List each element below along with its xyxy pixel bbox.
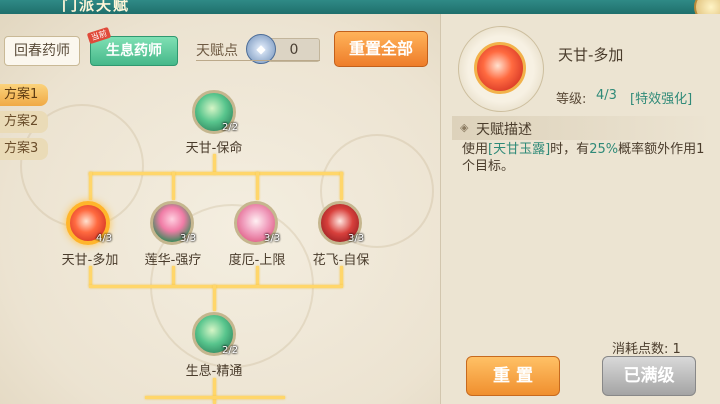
- node-level: 3/3: [180, 233, 197, 244]
- desc-title: 天赋描述: [476, 122, 532, 138]
- node-level: 2/2: [222, 345, 239, 356]
- tree-connector: [256, 266, 259, 286]
- tree-connector: [89, 266, 92, 286]
- tab-shengxi[interactable]: 生息药师: [90, 36, 178, 66]
- node-level: 3/3: [264, 233, 281, 244]
- max-level-button[interactable]: 已满级: [602, 356, 696, 396]
- title-bar: 门派天赋: [0, 0, 720, 14]
- reset-button[interactable]: 重 置: [466, 356, 560, 396]
- tree-connector: [172, 172, 175, 200]
- diamond-icon: ◈: [460, 121, 469, 134]
- talent-description: 使用[天甘玉露]时，有25%概率额外作用1个目标。: [462, 141, 712, 175]
- desc-skill-name: [天甘玉露]: [488, 142, 551, 157]
- plan-tab-3[interactable]: 方案3: [0, 138, 48, 160]
- node-name: 度厄-上限: [228, 253, 286, 268]
- node-level: 2/2: [222, 122, 239, 133]
- window-title: 门派天赋: [62, 0, 131, 14]
- talent-points-label: 天赋点: [196, 43, 238, 59]
- desc-percent: 25%: [589, 142, 619, 157]
- reset-all-button[interactable]: 重置全部: [334, 31, 428, 67]
- tree-connector: [340, 172, 343, 200]
- peach-icon: [474, 42, 526, 94]
- detail-talent-name: 天甘-多加: [558, 46, 624, 64]
- cost-label: 消耗点数: 1: [612, 342, 681, 357]
- tree-connector: [256, 172, 259, 200]
- tab-huichun[interactable]: 回春药师: [4, 36, 80, 66]
- node-level: 4/3: [96, 233, 113, 244]
- tree-connector: [89, 172, 343, 175]
- desc-text-part: 使用: [462, 142, 489, 157]
- divider: [196, 60, 320, 61]
- desc-text-part: 时，有: [550, 142, 590, 157]
- tree-connector: [89, 172, 92, 200]
- tree-connector: [89, 285, 343, 288]
- tree-connector: [213, 154, 216, 174]
- plan-tab-2[interactable]: 方案2: [0, 111, 48, 133]
- tree-connector: [213, 378, 216, 404]
- node-name: 花飞-自保: [312, 253, 370, 268]
- tree-connector: [145, 396, 285, 399]
- node-name: 天甘-多加: [61, 253, 119, 268]
- level-tag: [特效强化]: [630, 92, 693, 107]
- node-name: 生息-精通: [185, 364, 243, 379]
- node-level: 3/3: [348, 233, 365, 244]
- tree-connector: [213, 285, 216, 311]
- tree-connector: [340, 266, 343, 286]
- plan-tab-1[interactable]: 方案1: [0, 84, 48, 106]
- node-name: 天甘-保命: [185, 141, 243, 156]
- level-label: 等级:: [556, 92, 587, 107]
- tree-connector: [172, 266, 175, 286]
- node-name: 莲华-强疗: [144, 253, 202, 268]
- level-value: 4/3: [596, 88, 617, 103]
